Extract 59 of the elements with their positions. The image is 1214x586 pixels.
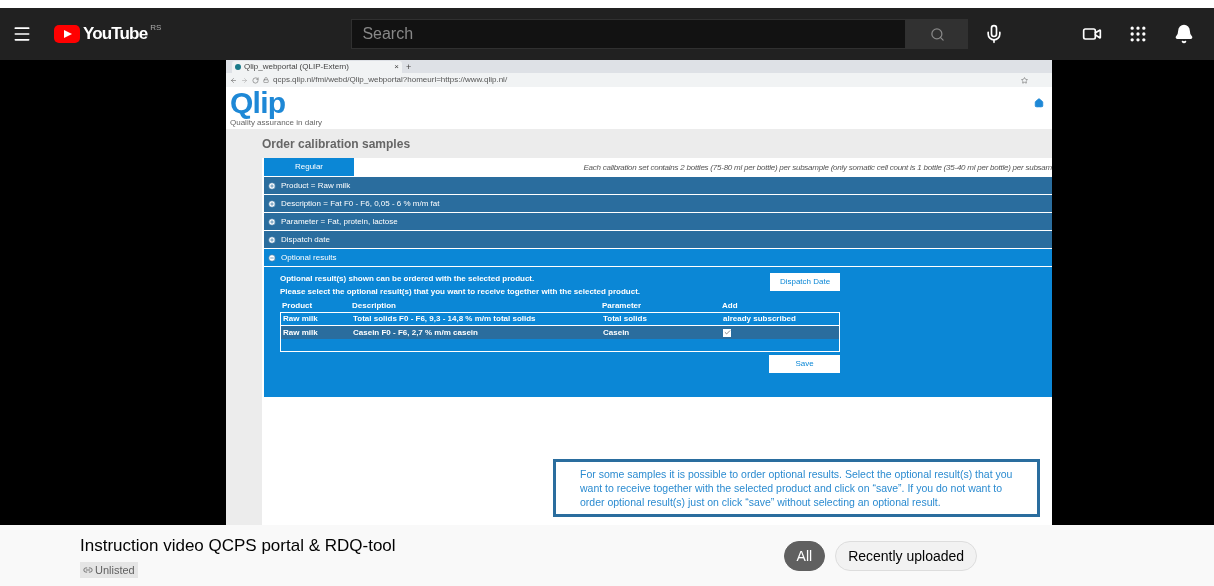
link-icon <box>83 564 93 575</box>
instruction-text: Optional result(s) shown can be ordered with the selected product. <box>280 274 536 284</box>
column-header: Description <box>352 300 397 312</box>
new-tab-button[interactable]: + <box>406 62 412 73</box>
notifications-icon[interactable] <box>1174 24 1194 44</box>
site-logo[interactable]: Qlip <box>230 88 323 118</box>
tab-close[interactable]: × <box>394 62 399 72</box>
expand-icon <box>268 217 276 226</box>
section-header[interactable]: Description = Fat F0 - F6, 0,05 - 6 % m/m fat <box>264 195 1052 212</box>
table-cell-text: Casein <box>603 326 631 339</box>
section-label: Description = Fat F0 - F6, 0,05 - 6 % m/m fat <box>281 197 440 210</box>
site-icon <box>235 64 241 70</box>
url-text[interactable]: qcps.qlip.nl/fmi/webd/Qlip_webportal?homeurl=https://www.qlip.nl/ <box>273 75 508 85</box>
section-header[interactable]: Product = Raw milk <box>264 177 1052 194</box>
calibration-note: Each calibration set contains 2 bottles (75-80 ml per bottle) per subsample (only somatic cell count is 1 bottle (35-40 ml per bottle) per subsam <box>583 162 1052 172</box>
table-cell-text: Total solids <box>603 313 648 325</box>
expand-icon <box>268 235 276 244</box>
column-header: Add <box>722 300 739 312</box>
browser-tab[interactable]: Qlip_webportal (QLIP-Extern) × <box>232 61 402 73</box>
visibility-badge: Unlisted <box>80 561 138 578</box>
instruction-text: Please select the optional result(s) that you want to receive together with the selected product. <box>280 287 641 297</box>
country-code: RS <box>150 22 162 34</box>
apps-icon[interactable] <box>1128 24 1148 44</box>
section-header[interactable]: Parameter = Fat, protein, lactose <box>264 213 1052 230</box>
tab-title: Qlip_webportal (QLIP-Extern) <box>244 62 349 72</box>
dispatch-date-button[interactable]: Dispatch Date <box>770 273 840 291</box>
save-button[interactable]: Save <box>769 355 840 373</box>
video-title: Instruction video QCPS portal & RDQ-tool <box>80 535 396 557</box>
section-label: Dispatch date <box>281 233 330 246</box>
menu-icon[interactable] <box>12 24 32 44</box>
section-label: Parameter = Fat, protein, lactose <box>281 215 398 228</box>
add-checkbox[interactable] <box>723 328 731 337</box>
section-header[interactable]: Optional results <box>264 249 1052 266</box>
logo-text: YouTube <box>83 23 148 46</box>
search-field[interactable]: Search <box>351 19 907 49</box>
home-icon[interactable] <box>1034 98 1044 108</box>
expand-icon <box>268 199 276 208</box>
section-label: Optional results <box>281 251 337 264</box>
table-cell-text: Raw milk <box>283 313 319 325</box>
filter-chip[interactable]: Recently uploaded <box>835 541 978 571</box>
filter-chip[interactable]: All <box>783 541 826 571</box>
section-label: Product = Raw milk <box>281 179 351 192</box>
play-logo-icon <box>54 25 80 43</box>
logo-tagline: Quality assurance in dairy <box>230 118 323 128</box>
callout-box: For some samples it is possible to order optional results. Select the optional result(s) that you want to receive together with the selected product and click on “save”. If you do not want to order optional result(s) just on click “save” without selecting an optional result. <box>553 459 1040 517</box>
expand-icon <box>268 181 276 190</box>
table-cell-text: Total solids F0 - F6, 9,3 - 14,8 % m/m total solids <box>353 313 537 325</box>
collapse-icon <box>268 253 276 262</box>
table-cell-text: Casein F0 - F6, 2,7 % m/m casein <box>353 326 479 339</box>
page-title: Order calibration samples <box>262 136 412 153</box>
search-icon <box>929 26 945 42</box>
table-row[interactable]: Raw milk Casein F0 - F6, 2,7 % m/m casein Casein <box>281 326 839 339</box>
table-cell: already subscribed <box>723 313 796 325</box>
section-header[interactable]: Dispatch date <box>264 231 1052 248</box>
column-header: Parameter <box>602 300 643 312</box>
lock-icon <box>263 77 269 83</box>
table-cell-text: Raw milk <box>283 326 319 339</box>
tab[interactable]: Regular <box>264 158 354 176</box>
column-header: Product <box>282 300 314 312</box>
